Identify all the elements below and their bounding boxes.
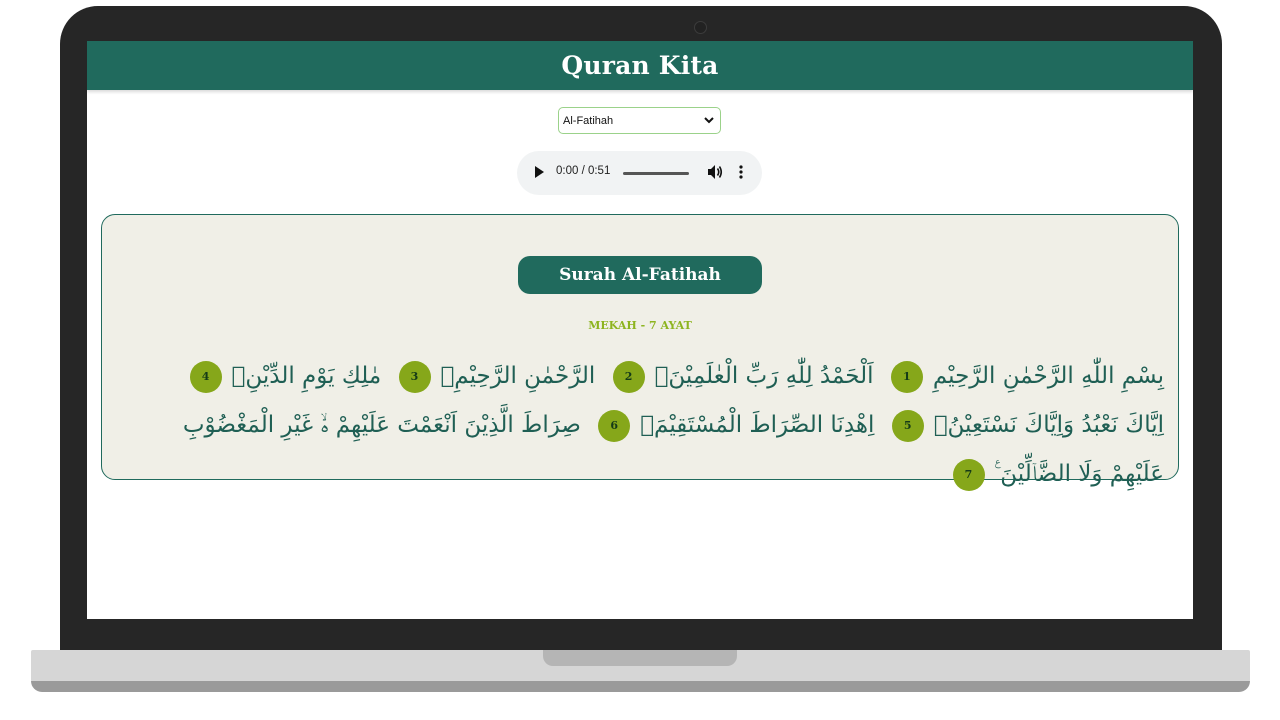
- surah-title-badge: Surah Al-Fatihah: [518, 256, 762, 294]
- ayah-text: اِهْدِنَا الصِّرَاطَ الْمُسْتَقِيْمَۙ: [640, 412, 875, 438]
- ayah-text: اَلْحَمْدُ لِلّٰهِ رَبِّ الْعٰلَمِيْنَۙ: [654, 363, 874, 389]
- surah-card: Surah Al-Fatihah MEKAH - 7 AYAT بِسْمِ ا…: [101, 214, 1179, 491]
- audio-player[interactable]: 0:00 / 0:51: [517, 151, 762, 195]
- ayah-number-badge: 3: [398, 360, 431, 393]
- ayah-text: اِيَّاكَ نَعْبُدُ وَاِيَّاكَ نَسْتَعِيْن…: [933, 412, 1164, 438]
- play-icon[interactable]: [535, 166, 544, 178]
- laptop-notch: [543, 650, 737, 666]
- ayah-text: مٰلِكِ يَوْمِ الدِّيْنِۗ: [231, 363, 382, 389]
- ayah-text: بِسْمِ اللّٰهِ الرَّحْمٰنِ الرَّحِيْمِ: [932, 363, 1164, 389]
- ayah-number-badge: 4: [189, 360, 222, 393]
- ayah-number-badge: 5: [891, 409, 924, 442]
- audio-time: 0:00 / 0:51: [556, 165, 611, 177]
- app-screen: Quran Kita Al-Fatihah 0:00 / 0:51 Surah …: [87, 41, 1193, 619]
- webcam-icon: [694, 21, 707, 34]
- volume-icon[interactable]: [707, 163, 723, 181]
- audio-progress-bar[interactable]: [623, 172, 689, 175]
- surah-title: Surah Al-Fatihah: [559, 265, 721, 285]
- ayah-number-badge: 6: [598, 409, 631, 442]
- ayah-number-badge: 1: [890, 360, 923, 393]
- more-vertical-icon[interactable]: [739, 164, 743, 180]
- ayah-number-badge: 2: [612, 360, 645, 393]
- app-title: Quran Kita: [561, 51, 719, 80]
- app-header: Quran Kita: [87, 41, 1193, 90]
- ayah-number-badge: 7: [952, 458, 985, 491]
- ayat-list: بِسْمِ اللّٰهِ الرَّحْمٰنِ الرَّحِيْمِ1 …: [150, 352, 1164, 499]
- ayah-text: الرَّحْمٰنِ الرَّحِيْمِۙ: [440, 363, 596, 389]
- chevron-down-icon: [704, 114, 714, 127]
- surah-select-value: Al-Fatihah: [563, 114, 614, 127]
- laptop-base-edge: [31, 681, 1250, 692]
- surah-select[interactable]: Al-Fatihah: [558, 107, 721, 134]
- surah-meta: MEKAH - 7 AYAT: [588, 319, 692, 332]
